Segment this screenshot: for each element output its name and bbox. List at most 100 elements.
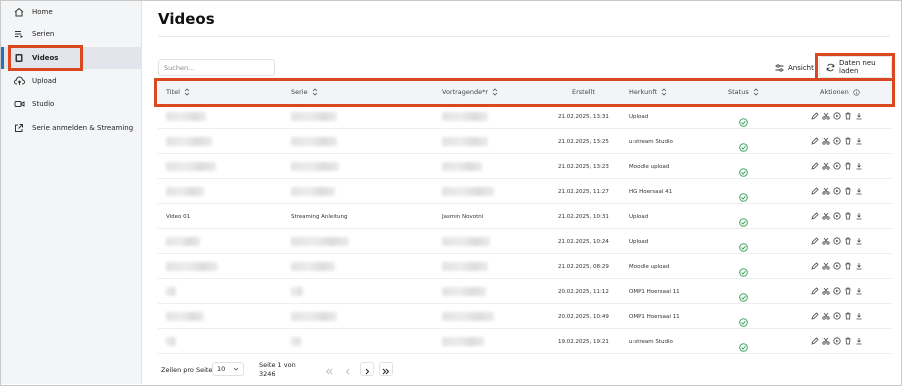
table-row[interactable]: 21.02.2025, 13:31 Upload [158, 104, 892, 129]
redacted-series [291, 337, 301, 346]
trash-icon[interactable] [844, 186, 852, 196]
cell-source: Upload [629, 213, 649, 220]
scissors-icon[interactable] [822, 236, 830, 246]
column-header-presenters[interactable]: Vortragende*r [442, 80, 498, 104]
sidebar-item-videos[interactable]: Videos [1, 47, 142, 69]
download-icon[interactable] [855, 136, 863, 146]
trash-icon[interactable] [844, 211, 852, 221]
play-icon[interactable] [833, 336, 841, 346]
trash-icon[interactable] [844, 236, 852, 246]
column-header-created[interactable]: Erstellt [572, 80, 595, 104]
column-header-source[interactable]: Herkunft [629, 80, 667, 104]
row-actions [811, 111, 863, 121]
download-icon[interactable] [855, 111, 863, 121]
edit-icon[interactable] [811, 136, 819, 146]
previous-page-button[interactable] [341, 362, 355, 376]
download-icon[interactable] [855, 286, 863, 296]
scissors-icon[interactable] [822, 261, 830, 271]
trash-icon[interactable] [844, 261, 852, 271]
edit-icon[interactable] [811, 161, 819, 171]
scissors-icon[interactable] [822, 311, 830, 321]
view-button[interactable]: Ansicht [768, 57, 814, 79]
scissors-icon[interactable] [822, 336, 830, 346]
trash-icon[interactable] [844, 136, 852, 146]
table-row[interactable]: Video 01 Streaming Anleitung Jasmin Novotn… [158, 204, 892, 229]
rows-per-page-value: 10 [217, 365, 226, 373]
trash-icon[interactable] [844, 286, 852, 296]
redacted-series [291, 262, 335, 271]
download-icon[interactable] [855, 336, 863, 346]
redacted-series [291, 162, 339, 171]
trash-icon[interactable] [844, 111, 852, 121]
scissors-icon[interactable] [822, 211, 830, 221]
edit-icon[interactable] [811, 311, 819, 321]
first-page-button[interactable] [322, 362, 336, 376]
sidebar-item-studio[interactable]: Studio [1, 93, 142, 115]
rows-per-page-select[interactable]: 10 [212, 362, 244, 376]
play-icon[interactable] [833, 136, 841, 146]
play-icon[interactable] [833, 161, 841, 171]
row-actions [811, 136, 863, 146]
download-icon[interactable] [855, 261, 863, 271]
play-icon[interactable] [833, 286, 841, 296]
table-row[interactable]: 21.02.2025, 10:24 Upload [158, 229, 892, 254]
sidebar-item-upload[interactable]: Upload [1, 70, 142, 92]
play-icon[interactable] [833, 311, 841, 321]
edit-icon[interactable] [811, 336, 819, 346]
status-ok-icon [739, 237, 748, 252]
table-row[interactable]: 21.02.2025, 11:27 HG Hoersaal 41 [158, 179, 892, 204]
cell-created: 21.02.2025, 10:31 [558, 213, 609, 220]
edit-icon[interactable] [811, 286, 819, 296]
table-row[interactable]: 19.02.2025, 19:21 u:stream Studio [158, 329, 892, 354]
next-page-button[interactable] [360, 362, 374, 376]
trash-icon[interactable] [844, 336, 852, 346]
sidebar-item-serie-anmelden[interactable]: Serie anmelden & Streaming [1, 117, 142, 139]
edit-icon[interactable] [811, 236, 819, 246]
download-icon[interactable] [855, 186, 863, 196]
rows-per-page-label: Zeilen pro Seite [161, 366, 213, 374]
scissors-icon[interactable] [822, 286, 830, 296]
info-icon[interactable] [853, 88, 860, 96]
download-icon[interactable] [855, 211, 863, 221]
last-page-button[interactable] [379, 362, 393, 376]
column-header-series[interactable]: Serie [291, 80, 318, 104]
edit-icon[interactable] [811, 211, 819, 221]
sidebar-item-serien[interactable]: Serien [1, 23, 142, 45]
edit-icon[interactable] [811, 186, 819, 196]
table-row[interactable]: 21.02.2025, 13:23 Moodle upload [158, 154, 892, 179]
column-header-status[interactable]: Status [728, 80, 759, 104]
download-icon[interactable] [855, 311, 863, 321]
play-icon[interactable] [833, 211, 841, 221]
play-icon[interactable] [833, 111, 841, 121]
play-icon[interactable] [833, 236, 841, 246]
search-input[interactable]: Suchen... [158, 59, 275, 76]
cell-source: HG Hoersaal 41 [629, 188, 673, 195]
scissors-icon[interactable] [822, 186, 830, 196]
scissors-icon[interactable] [822, 161, 830, 171]
scissors-icon[interactable] [822, 136, 830, 146]
play-icon[interactable] [833, 261, 841, 271]
table-row[interactable]: 21.02.2025, 08:29 Moodle upload [158, 254, 892, 279]
trash-icon[interactable] [844, 161, 852, 171]
table-row[interactable]: 20.02.2025, 11:12 OMP1 Hoersaal 11 [158, 279, 892, 304]
download-icon[interactable] [855, 236, 863, 246]
trash-icon[interactable] [844, 311, 852, 321]
reload-data-button[interactable]: Daten neu laden [819, 56, 892, 78]
sidebar-item-label: Serien [32, 30, 55, 38]
table-row[interactable]: 20.02.2025, 10:49 OMP1 Hoersaal 11 [158, 304, 892, 329]
edit-icon[interactable] [811, 111, 819, 121]
scissors-icon[interactable] [822, 111, 830, 121]
table-row[interactable]: 21.02.2025, 13:25 u:stream Studio [158, 129, 892, 154]
row-actions [811, 336, 863, 346]
redacted-title [166, 337, 176, 346]
download-icon[interactable] [855, 161, 863, 171]
column-header-title[interactable]: Titel [166, 80, 190, 104]
chevron-down-icon [233, 366, 239, 374]
sidebar-item-home[interactable]: Home [1, 1, 142, 23]
edit-icon[interactable] [811, 261, 819, 271]
divider [158, 36, 890, 37]
cell-source: Moodle upload [629, 163, 670, 170]
play-icon[interactable] [833, 186, 841, 196]
redacted-title [166, 187, 204, 196]
cell-source: Moodle upload [629, 263, 670, 270]
